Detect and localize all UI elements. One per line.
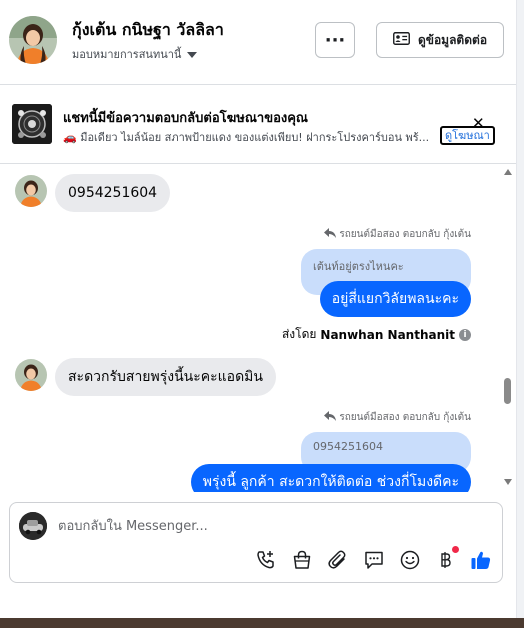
- incoming-message-bubble[interactable]: 0954251604: [55, 174, 171, 212]
- scrollbar-thumb[interactable]: [504, 378, 511, 404]
- reply-indicator-text: รถยนต์มือสอง ตอบกลับ กุ้งเต้น: [339, 412, 471, 423]
- contact-card-icon: [393, 32, 410, 48]
- outgoing-message-bubble[interactable]: พรุ่งนี้ ลูกค้า สะดวกให้ติดต่อ ช่วงกี่โม…: [190, 464, 471, 492]
- reply-composer: [9, 502, 503, 583]
- smiley-icon[interactable]: [398, 548, 422, 572]
- reply-indicator-text: รถยนต์มือสอง ตอบกลับ กุ้งเต้น: [339, 229, 471, 240]
- ad-banner-text: 🚗 มือเดียว ไมล์น้อย สภาพป้ายแดง ของแต่งเ…: [63, 131, 430, 144]
- sent-by-line: ส่งโดย Nanwhan Nanthanit i: [282, 325, 471, 344]
- sender-name: Nanwhan Nanthanit: [320, 327, 455, 342]
- view-ad-link[interactable]: ดูโฆษณา: [440, 126, 495, 145]
- thumbs-up-icon[interactable]: [469, 548, 493, 572]
- page-avatar: [19, 512, 47, 540]
- conversation-header: กุ้งเต้น กนิษฐา วัลลิลา มอบหมายการสนทนาน…: [0, 0, 516, 85]
- reply-arrow-icon: [324, 228, 337, 241]
- notification-dot: [452, 546, 459, 553]
- contact-avatar-small: [15, 175, 47, 207]
- incoming-message-bubble[interactable]: สะดวกรับสายพรุ่งนี้นะคะแอดมิน: [55, 358, 276, 396]
- shopping-bag-icon[interactable]: [290, 548, 314, 572]
- close-icon[interactable]: ✕: [472, 115, 485, 131]
- message-thread[interactable]: 0954251604 รถยนต์มือสอง ตอบกลับ กุ้งเต้น…: [0, 165, 502, 492]
- info-icon[interactable]: i: [459, 328, 471, 341]
- chat-bubble-icon[interactable]: [362, 548, 386, 572]
- ad-banner-title: แชทนี้มีข้อความตอบกลับต่อโฆษณาของคุณ: [63, 111, 308, 126]
- page-reply-indicator: รถยนต์มือสอง ตอบกลับ กุ้งเต้น: [324, 410, 471, 425]
- window-edge: [516, 0, 524, 618]
- reply-input[interactable]: [58, 515, 478, 537]
- phone-plus-icon[interactable]: [254, 548, 278, 572]
- scroll-up-arrow-icon[interactable]: [504, 169, 512, 175]
- scroll-down-arrow-icon[interactable]: [504, 479, 512, 485]
- view-contact-info-button[interactable]: ดูข้อมูลติดต่อ: [376, 22, 504, 58]
- outgoing-message-bubble[interactable]: อยู่สี่แยกวิลัยพลนะคะ: [319, 281, 471, 317]
- messenger-conversation-window: กุ้งเต้น กนิษฐา วัลลิลา มอบหมายการสนทนาน…: [0, 0, 524, 628]
- contact-name[interactable]: กุ้งเต้น กนิษฐา วัลลิลา: [72, 18, 224, 43]
- ad-thumbnail: [12, 104, 52, 144]
- assign-conversation-dropdown[interactable]: มอบหมายการสนทนานี้: [72, 45, 198, 63]
- contact-avatar-small: [15, 359, 47, 391]
- thread-scrollbar[interactable]: [502, 165, 516, 492]
- assign-conversation-label: มอบหมายการสนทนานี้: [72, 48, 182, 61]
- sent-by-prefix: ส่งโดย: [281, 327, 317, 341]
- desktop-strip: [0, 618, 524, 628]
- paperclip-icon[interactable]: [326, 548, 350, 572]
- ad-reply-banner: แชทนี้มีข้อความตอบกลับต่อโฆษณาของคุณ 🚗 ม…: [0, 86, 516, 164]
- caret-down-icon: [187, 51, 198, 58]
- page-reply-indicator: รถยนต์มือสอง ตอบกลับ กุ้งเต้น: [324, 227, 471, 242]
- view-contact-info-label: ดูข้อมูลติดต่อ: [417, 32, 488, 47]
- reply-arrow-icon: [324, 411, 337, 424]
- more-options-button[interactable]: ···: [315, 22, 355, 58]
- contact-avatar[interactable]: [9, 16, 57, 64]
